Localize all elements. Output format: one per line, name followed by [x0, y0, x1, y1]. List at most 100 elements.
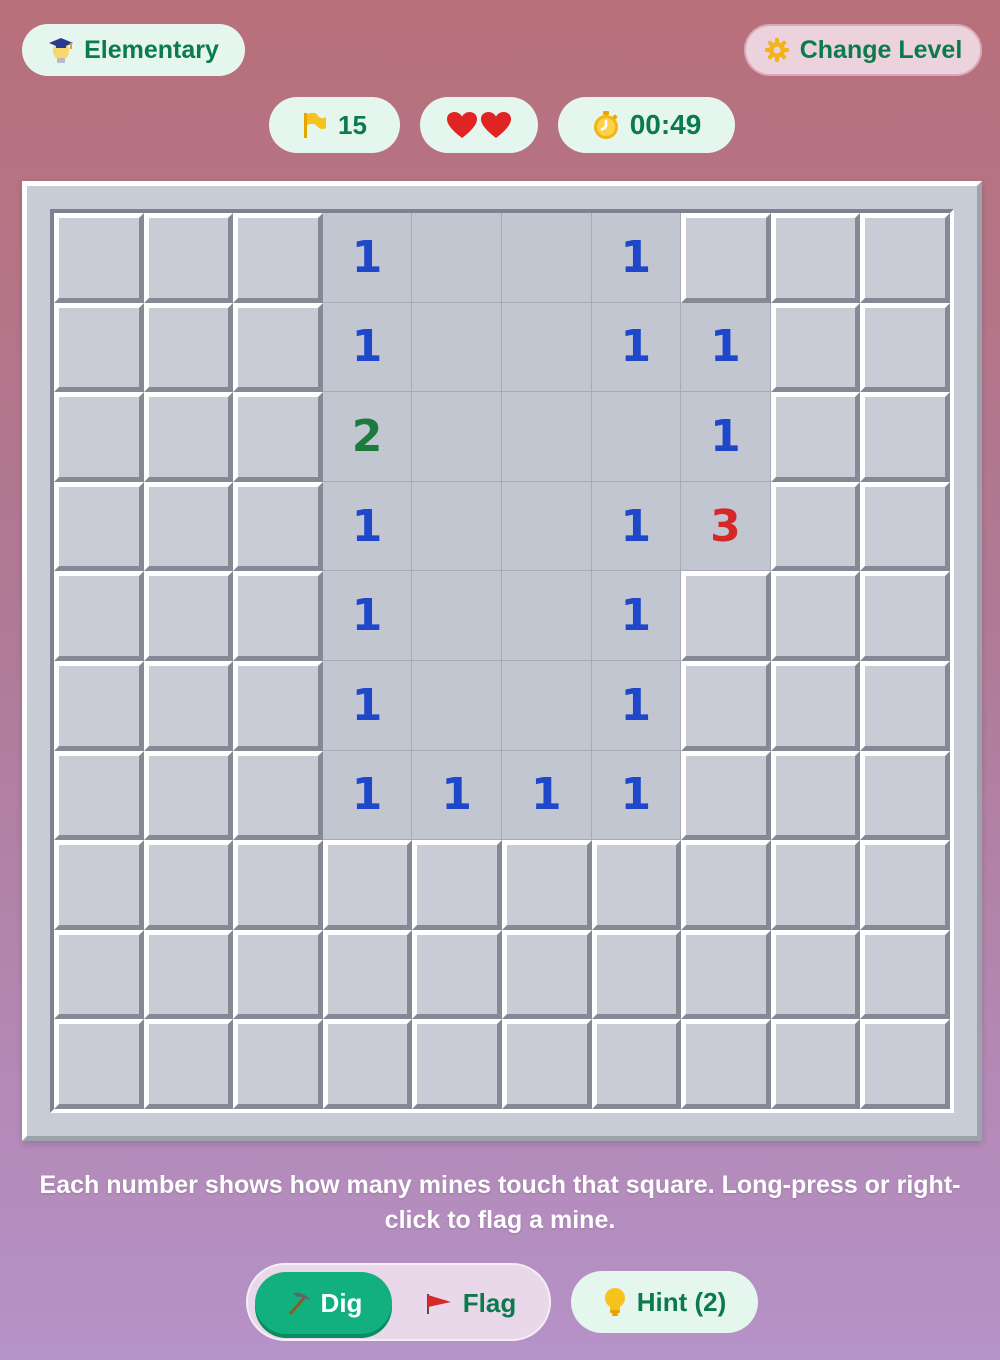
cell-hidden[interactable] [143, 1019, 234, 1109]
cell-number[interactable]: 3 [681, 481, 771, 572]
cell-hidden[interactable] [770, 302, 861, 393]
cell-number[interactable]: 1 [322, 213, 413, 303]
cell-hidden[interactable] [412, 840, 502, 930]
cell-revealed-empty[interactable] [412, 302, 502, 393]
cell-hidden[interactable] [54, 750, 144, 841]
cell-hidden[interactable] [860, 929, 950, 1020]
cell-hidden[interactable] [681, 660, 771, 751]
cell-hidden[interactable] [412, 1019, 502, 1109]
cell-hidden[interactable] [770, 929, 861, 1020]
cell-number[interactable]: 1 [322, 481, 413, 572]
cell-revealed-empty[interactable] [412, 660, 502, 751]
cell-hidden[interactable] [770, 213, 861, 303]
cell-hidden[interactable] [591, 929, 682, 1020]
cell-hidden[interactable] [860, 302, 950, 393]
cell-hidden[interactable] [681, 840, 771, 930]
cell-hidden[interactable] [770, 660, 861, 751]
cell-revealed-empty[interactable] [412, 392, 502, 482]
cell-revealed-empty[interactable] [412, 213, 502, 303]
cell-hidden[interactable] [54, 929, 144, 1020]
cell-hidden[interactable] [54, 1019, 144, 1109]
cell-hidden[interactable] [143, 302, 234, 393]
cell-hidden[interactable] [860, 481, 950, 572]
cell-hidden[interactable] [54, 302, 144, 393]
cell-hidden[interactable] [233, 840, 323, 930]
cell-number[interactable]: 1 [591, 750, 682, 841]
cell-hidden[interactable] [681, 750, 771, 841]
cell-revealed-empty[interactable] [501, 302, 592, 393]
cell-hidden[interactable] [54, 571, 144, 661]
cell-number[interactable]: 1 [322, 660, 413, 751]
cell-hidden[interactable] [143, 840, 234, 930]
cell-revealed-empty[interactable] [412, 481, 502, 572]
cell-number[interactable]: 1 [501, 750, 592, 841]
dig-mode-button[interactable]: Dig [255, 1272, 392, 1334]
cell-hidden[interactable] [322, 929, 413, 1020]
cell-hidden[interactable] [233, 571, 323, 661]
cell-number[interactable]: 1 [681, 302, 771, 393]
cell-number[interactable]: 2 [322, 392, 413, 482]
cell-hidden[interactable] [233, 481, 323, 572]
cell-hidden[interactable] [501, 929, 592, 1020]
cell-hidden[interactable] [501, 840, 592, 930]
cell-hidden[interactable] [591, 1019, 682, 1109]
cell-revealed-empty[interactable] [501, 571, 592, 661]
cell-hidden[interactable] [322, 1019, 413, 1109]
cell-hidden[interactable] [860, 213, 950, 303]
cell-hidden[interactable] [860, 750, 950, 841]
cell-hidden[interactable] [54, 840, 144, 930]
cell-hidden[interactable] [143, 750, 234, 841]
flag-mode-button[interactable]: Flag [398, 1272, 543, 1334]
cell-hidden[interactable] [770, 392, 861, 482]
cell-hidden[interactable] [143, 481, 234, 572]
cell-hidden[interactable] [860, 392, 950, 482]
cell-hidden[interactable] [143, 571, 234, 661]
cell-hidden[interactable] [233, 213, 323, 303]
cell-number[interactable]: 1 [322, 750, 413, 841]
cell-hidden[interactable] [54, 392, 144, 482]
cell-hidden[interactable] [681, 213, 771, 303]
cell-hidden[interactable] [143, 929, 234, 1020]
cell-revealed-empty[interactable] [501, 213, 592, 303]
cell-hidden[interactable] [412, 929, 502, 1020]
cell-hidden[interactable] [860, 1019, 950, 1109]
cell-hidden[interactable] [233, 929, 323, 1020]
cell-hidden[interactable] [233, 750, 323, 841]
cell-number[interactable]: 1 [591, 481, 682, 572]
cell-revealed-empty[interactable] [591, 392, 682, 482]
cell-number[interactable]: 1 [322, 571, 413, 661]
cell-hidden[interactable] [681, 1019, 771, 1109]
cell-number[interactable]: 1 [591, 660, 682, 751]
cell-number[interactable]: 1 [412, 750, 502, 841]
cell-hidden[interactable] [501, 1019, 592, 1109]
cell-hidden[interactable] [681, 571, 771, 661]
cell-number[interactable]: 1 [591, 571, 682, 661]
cell-hidden[interactable] [54, 213, 144, 303]
cell-hidden[interactable] [860, 571, 950, 661]
cell-hidden[interactable] [143, 660, 234, 751]
cell-hidden[interactable] [770, 840, 861, 930]
cell-hidden[interactable] [770, 571, 861, 661]
cell-hidden[interactable] [770, 750, 861, 841]
cell-hidden[interactable] [233, 392, 323, 482]
cell-hidden[interactable] [770, 481, 861, 572]
change-level-button[interactable]: Change Level [744, 24, 982, 76]
cell-number[interactable]: 1 [591, 213, 682, 303]
cell-hidden[interactable] [591, 840, 682, 930]
cell-hidden[interactable] [322, 840, 413, 930]
cell-hidden[interactable] [233, 1019, 323, 1109]
cell-hidden[interactable] [233, 302, 323, 393]
cell-number[interactable]: 1 [591, 302, 682, 393]
cell-hidden[interactable] [770, 1019, 861, 1109]
cell-number[interactable]: 1 [681, 392, 771, 482]
cell-hidden[interactable] [54, 660, 144, 751]
cell-revealed-empty[interactable] [501, 481, 592, 572]
cell-number[interactable]: 1 [322, 302, 413, 393]
cell-hidden[interactable] [860, 840, 950, 930]
cell-hidden[interactable] [860, 660, 950, 751]
cell-hidden[interactable] [681, 929, 771, 1020]
cell-hidden[interactable] [54, 481, 144, 572]
hint-button[interactable]: Hint (2) [571, 1271, 758, 1333]
cell-hidden[interactable] [143, 392, 234, 482]
cell-revealed-empty[interactable] [412, 571, 502, 661]
